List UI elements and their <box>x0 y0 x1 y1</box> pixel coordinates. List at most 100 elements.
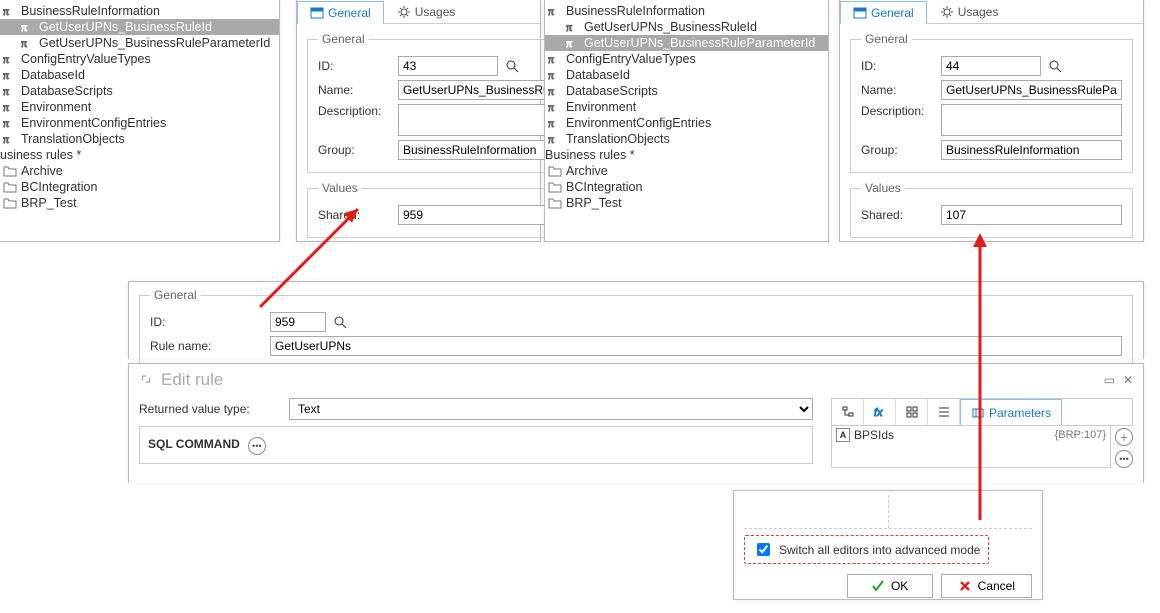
tree-item[interactable]: ConfigEntryValueTypes <box>545 51 828 67</box>
tree-item[interactable]: DatabaseId <box>545 67 828 83</box>
tool-grid-icon[interactable] <box>896 399 928 425</box>
tree-item[interactable]: TranslationObjects <box>545 131 828 147</box>
tree-item[interactable]: Environment <box>545 99 828 115</box>
tool-list-icon[interactable] <box>928 399 960 425</box>
tree-item[interactable]: EnvironmentConfigEntries <box>545 115 828 131</box>
tree-item[interactable]: ConfigEntryValueTypes <box>0 51 279 67</box>
pi-icon <box>2 132 17 146</box>
more-button[interactable]: ••• <box>1115 450 1133 468</box>
tree-item[interactable]: Business rules * <box>545 147 828 163</box>
legend: General <box>861 32 912 46</box>
label-name: Name: <box>318 83 398 97</box>
pi-icon <box>547 100 562 114</box>
label-id: ID: <box>150 315 270 329</box>
tree-item[interactable]: GetUserUPNs_BusinessRuleId <box>0 19 279 35</box>
tree-item-label: Environment <box>566 100 636 114</box>
tree-item[interactable]: usiness rules * <box>0 147 279 163</box>
add-button[interactable]: ＋ <box>1115 428 1133 446</box>
btn-label: OK <box>891 579 908 593</box>
cancel-button[interactable]: Cancel <box>941 574 1032 598</box>
tree-item[interactable]: BRP_Test <box>545 195 828 211</box>
tree-item-label: EnvironmentConfigEntries <box>566 116 711 130</box>
return-type-select[interactable]: Text <box>289 398 813 420</box>
tree-item-label: DatabaseScripts <box>566 84 658 98</box>
label-id: ID: <box>861 59 941 73</box>
tree-item[interactable]: BusinessRuleInformation <box>545 3 828 19</box>
tab-label: Parameters <box>989 406 1051 420</box>
rule-name-field[interactable] <box>270 336 1122 356</box>
form-b: General Usages General ID: Name: Descrip… <box>839 0 1144 242</box>
tree-item[interactable]: DatabaseId <box>0 67 279 83</box>
advanced-mode-checkbox[interactable] <box>757 543 770 556</box>
tree-item-label: Environment <box>21 100 91 114</box>
shared-field[interactable] <box>941 205 1122 225</box>
name-field[interactable] <box>941 80 1122 100</box>
label-group: Group: <box>318 143 398 157</box>
folder-icon <box>2 196 17 210</box>
lookup-icon[interactable] <box>330 312 350 332</box>
tree-item[interactable]: DatabaseScripts <box>0 83 279 99</box>
group-field[interactable] <box>941 140 1122 160</box>
pi-icon <box>565 20 580 34</box>
tree-item[interactable]: BRP_Test <box>0 195 279 211</box>
tab-parameters[interactable]: Parameters <box>960 399 1062 425</box>
tab-general[interactable]: General <box>297 1 384 24</box>
folder-icon <box>547 164 562 178</box>
advanced-mode-label: Switch all editors into advanced mode <box>779 543 980 557</box>
lookup-icon[interactable] <box>502 56 522 76</box>
tab-usages[interactable]: Usages <box>384 0 469 23</box>
maximize-icon[interactable]: ▭ <box>1104 373 1115 387</box>
sql-command-chip[interactable]: SQL COMMAND <box>148 437 240 451</box>
tree-item-label: usiness rules * <box>0 148 81 162</box>
tree-item-label: GetUserUPNs_BusinessRuleId <box>39 20 212 34</box>
tree-right: BusinessRuleInformationGetUserUPNs_Busin… <box>544 0 829 242</box>
legend: Values <box>318 181 362 195</box>
rule-body[interactable]: SQL COMMAND ••• <box>139 426 813 464</box>
id-field <box>941 56 1041 76</box>
group-general: General ID: Name: Description: Group: <box>307 32 574 173</box>
tab-usages[interactable]: Usages <box>927 0 1012 23</box>
tool-fx-icon[interactable] <box>864 399 896 425</box>
tree-item-label: DatabaseId <box>566 68 630 82</box>
description-field[interactable] <box>941 104 1122 136</box>
shared-field[interactable] <box>398 205 563 225</box>
tree-item[interactable]: DatabaseScripts <box>545 83 828 99</box>
tree-item[interactable]: Archive <box>0 163 279 179</box>
tree-item-label: BusinessRuleInformation <box>21 4 160 18</box>
group-field[interactable] <box>398 140 563 160</box>
tool-tree-icon[interactable] <box>832 399 864 425</box>
tree-item[interactable]: GetUserUPNs_BusinessRuleParameterId <box>0 35 279 51</box>
parameter-row[interactable]: A BPSIds {BRP:107} <box>836 428 1106 442</box>
tree-item[interactable]: GetUserUPNs_BusinessRuleParameterId <box>545 35 828 51</box>
pi-icon <box>2 100 17 114</box>
tree-item[interactable]: Archive <box>545 163 828 179</box>
pi-icon <box>547 68 562 82</box>
lookup-icon[interactable] <box>1045 56 1065 76</box>
ellipsis-button[interactable]: ••• <box>248 437 266 455</box>
label-group: Group: <box>861 143 941 157</box>
tree-item[interactable]: GetUserUPNs_BusinessRuleId <box>545 19 828 35</box>
name-field[interactable] <box>398 80 563 100</box>
close-icon[interactable]: ✕ <box>1123 373 1133 387</box>
tree-item[interactable]: EnvironmentConfigEntries <box>0 115 279 131</box>
folder-icon <box>547 180 562 194</box>
tree-item[interactable]: TranslationObjects <box>0 131 279 147</box>
ok-button[interactable]: OK <box>847 574 933 598</box>
advanced-mode-toggle[interactable]: Switch all editors into advanced mode <box>744 535 989 564</box>
tree-item[interactable]: Environment <box>0 99 279 115</box>
tree-item-label: TranslationObjects <box>566 132 670 146</box>
tab-general[interactable]: General <box>840 1 927 24</box>
description-field[interactable] <box>398 104 563 136</box>
label-id: ID: <box>318 59 398 73</box>
folder-icon <box>547 196 562 210</box>
tree-item-label: GetUserUPNs_BusinessRuleParameterId <box>584 36 815 50</box>
pi-icon <box>2 84 17 98</box>
group-general: General ID: Name: Description: Group: <box>850 32 1133 173</box>
tree-item[interactable]: BCIntegration <box>0 179 279 195</box>
label-retval: Returned value type: <box>139 402 289 416</box>
tree-item[interactable]: BCIntegration <box>545 179 828 195</box>
tab-icon <box>853 6 867 20</box>
tree-item[interactable]: BusinessRuleInformation <box>0 3 279 19</box>
group-values: Values Shared: <box>850 181 1133 238</box>
gear-icon <box>397 5 411 19</box>
